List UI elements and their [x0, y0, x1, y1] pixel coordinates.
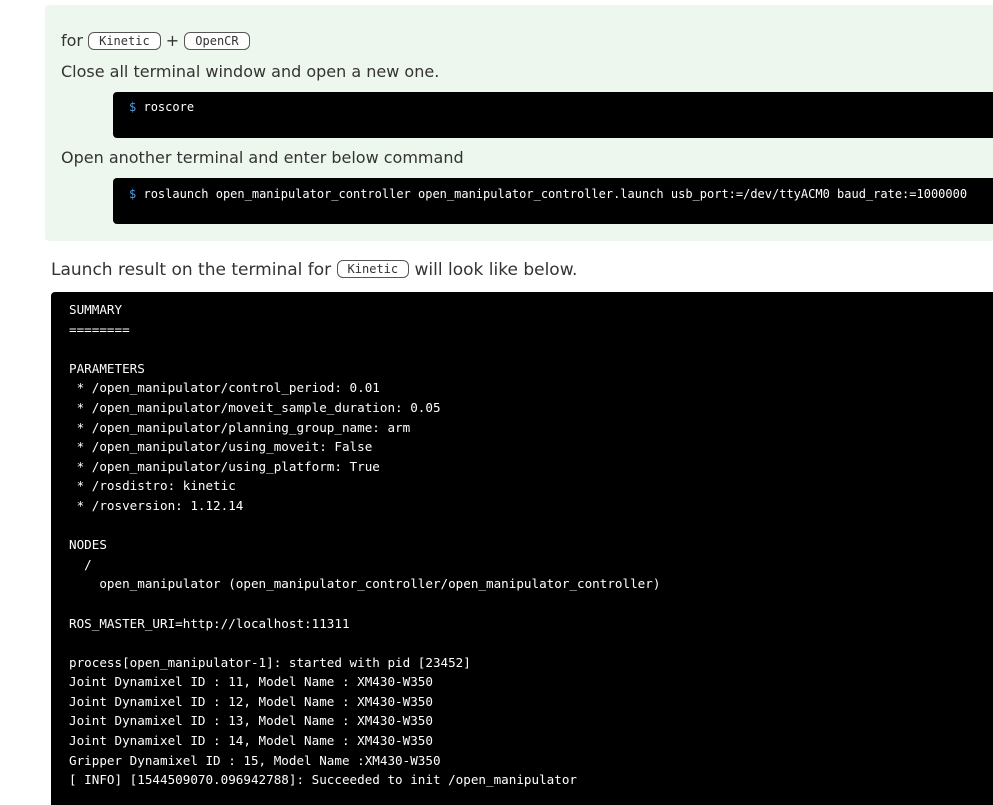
terminal-output-line: Joint Dynamixel ID : 12, Model Name : XM…	[69, 693, 433, 709]
prompt-symbol: $	[129, 100, 137, 114]
terminal-output-block[interactable]: SUMMARY ======== PARAMETERS * /open_manipu…	[51, 292, 993, 805]
terminal-output-line: * /open_manipulator/using_moveit: False	[69, 439, 373, 455]
terminal-output-line: * /rosdistro: kinetic	[69, 478, 236, 494]
kinetic-badge: Kinetic	[88, 31, 161, 50]
terminal-output-line: ========	[69, 321, 130, 337]
terminal-output-line: [ INFO] [1544509070.096942788]: Succeede…	[69, 772, 577, 788]
for-prefix: for	[61, 31, 83, 50]
terminal-output-line: /	[69, 556, 92, 572]
terminal-output-line: Joint Dynamixel ID : 13, Model Name : XM…	[69, 713, 433, 729]
terminal-output-line: SUMMARY	[69, 302, 123, 317]
opencr-badge: OpenCR	[184, 31, 250, 50]
roslaunch-command[interactable]: $ roslaunch open_manipulator_controller …	[129, 187, 967, 201]
roscore-text[interactable]: roscore	[143, 100, 194, 114]
terminal-output-line: * /open_manipulator/using_platform: True	[69, 458, 380, 474]
terminal-output-line: PARAMETERS	[69, 360, 145, 376]
terminal-output-lines[interactable]: SUMMARY ======== PARAMETERS * /open_manipu…	[69, 300, 660, 790]
step1-text: Close all terminal window and open a new…	[61, 62, 440, 81]
terminal-output-line: ROS_MASTER_URI=http://localhost:11311	[69, 615, 350, 631]
roslaunch-text[interactable]: roslaunch open_manipulator_controller op…	[143, 187, 967, 201]
roslaunch-code-block[interactable]: $ roslaunch open_manipulator_controller …	[113, 178, 993, 224]
launch-result-heading: Launch result on the terminal for Kineti…	[51, 260, 577, 280]
kinetic-badge: Kinetic	[336, 260, 410, 278]
terminal-output-line: NODES	[69, 537, 107, 553]
terminal-output-line: * /rosversion: 1.12.14	[69, 497, 244, 513]
terminal-output-line	[69, 594, 660, 614]
plus-sign: +	[165, 31, 180, 50]
roscore-command[interactable]: $ roscore	[129, 100, 194, 114]
platform-line: for Kinetic + OpenCR	[61, 31, 250, 51]
terminal-output-line: Joint Dynamixel ID : 11, Model Name : XM…	[69, 674, 433, 690]
result-suffix: will look like below.	[414, 260, 578, 280]
terminal-output-line: Joint Dynamixel ID : 14, Model Name : XM…	[69, 733, 433, 749]
terminal-output-line	[69, 339, 660, 359]
terminal-output-line: * /open_manipulator/control_period: 0.01	[69, 380, 380, 396]
terminal-output-line	[69, 633, 660, 653]
terminal-output-line	[69, 516, 660, 536]
terminal-output-line: process[open_manipulator-1]: started wit…	[69, 654, 471, 670]
terminal-output-line: open_manipulator (open_manipulator_contr…	[69, 576, 661, 592]
terminal-output-line: * /open_manipulator/moveit_sample_durati…	[69, 399, 441, 415]
roscore-code-block[interactable]: $ roscore	[113, 92, 993, 138]
terminal-output-line: Gripper Dynamixel ID : 15, Model Name :X…	[69, 752, 441, 768]
result-prefix: Launch result on the terminal for	[51, 260, 332, 280]
step2-text: Open another terminal and enter below co…	[61, 148, 464, 167]
terminal-output-line: * /open_manipulator/planning_group_name:…	[69, 419, 411, 435]
prompt-symbol: $	[129, 187, 137, 201]
